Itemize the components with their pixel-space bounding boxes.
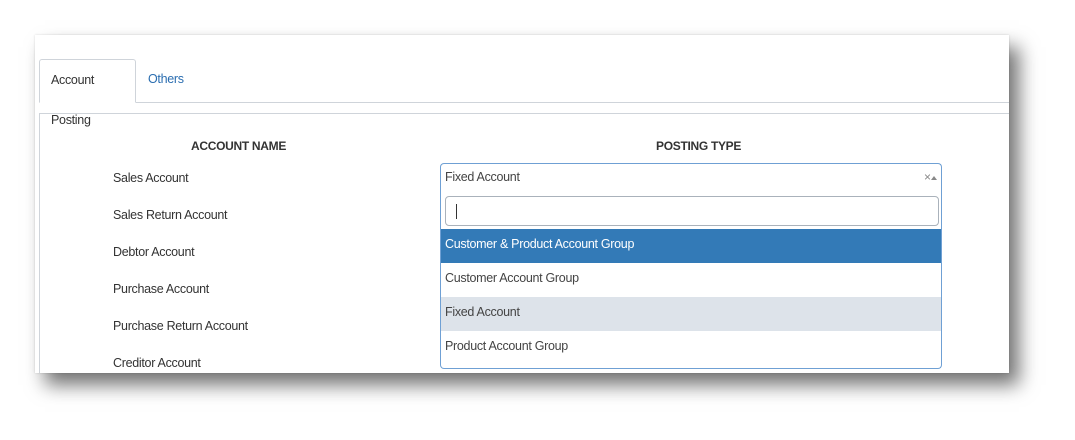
chevron-up-icon[interactable] [931, 176, 937, 180]
account-posting-panel: ACCOUNT NAME POSTING TYPE Sales Account … [39, 113, 1009, 373]
screenshot-frame: Account Posting Others ACCOUNT NAME POST… [35, 35, 1009, 373]
account-label-sales-return: Sales Return Account [113, 208, 228, 222]
posting-type-dropdown: Customer & Product Account Group Custome… [440, 191, 942, 369]
tab-bar: Account Posting Others [39, 59, 1009, 127]
option-customer-product-account-group[interactable]: Customer & Product Account Group [441, 229, 941, 263]
account-label-sales: Sales Account [113, 171, 189, 185]
tab-others[interactable]: Others [137, 59, 195, 103]
posting-type-select[interactable]: Fixed Account × [440, 163, 942, 191]
account-label-purchase: Purchase Account [113, 282, 209, 296]
page-canvas: Account Posting Others ACCOUNT NAME POST… [0, 0, 1075, 440]
account-label-purchase-return: Purchase Return Account [113, 319, 248, 333]
posting-type-header: POSTING TYPE [656, 139, 742, 153]
account-name-header: ACCOUNT NAME [191, 139, 287, 153]
select-current-value: Fixed Account [445, 170, 520, 184]
option-customer-account-group[interactable]: Customer Account Group [441, 263, 941, 297]
account-label-creditor: Creditor Account [113, 356, 201, 370]
dropdown-search-input[interactable] [445, 196, 939, 226]
option-product-account-group[interactable]: Product Account Group [441, 331, 941, 365]
close-icon[interactable]: × [924, 170, 931, 184]
account-label-debtor: Debtor Account [113, 245, 195, 259]
tab-divider [39, 102, 1009, 103]
tab-account-posting[interactable]: Account Posting [39, 59, 136, 127]
option-fixed-account[interactable]: Fixed Account [441, 297, 941, 331]
text-cursor [456, 204, 457, 219]
